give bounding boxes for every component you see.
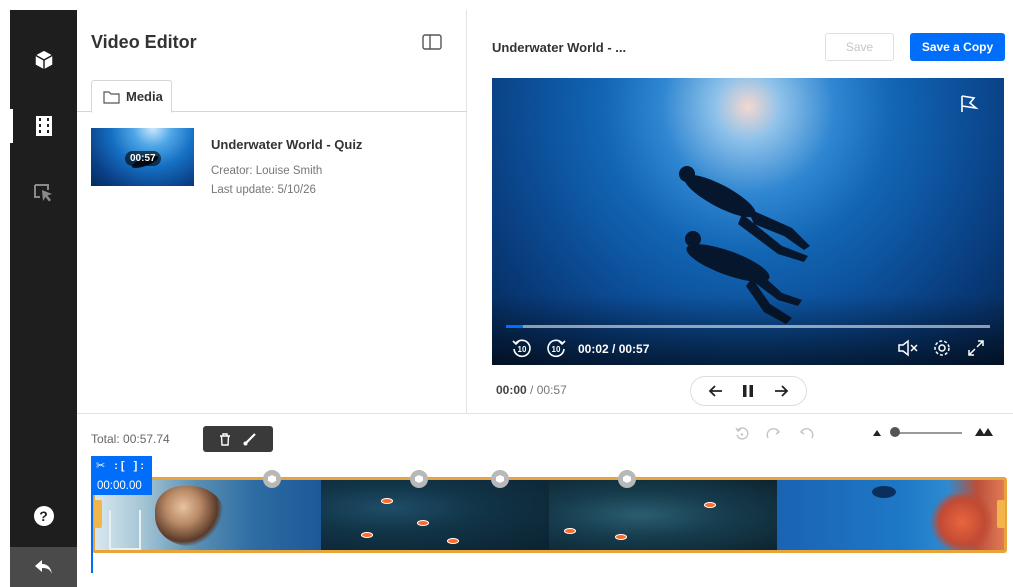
help-icon: ?: [33, 506, 54, 526]
frame-fish: [416, 520, 429, 526]
tab-media[interactable]: Media: [91, 80, 172, 113]
frame-fish: [615, 534, 627, 540]
tab-media-label: Media: [126, 89, 163, 104]
clip-tools-flag[interactable]: ✂ :[ ]: 00:00.00: [91, 456, 152, 495]
current-time: 00:00: [496, 383, 527, 397]
help-label: ?: [39, 508, 48, 524]
timeline-clip-strip[interactable]: [92, 477, 1007, 553]
video-shade: [492, 295, 1004, 365]
frame-fish: [704, 502, 716, 508]
frame-coral: [926, 494, 997, 550]
quiz-marker-icon[interactable]: [263, 470, 281, 488]
back-arrow-icon: [34, 560, 52, 574]
rail-item-content[interactable]: [10, 37, 77, 83]
time-readout: 00:00 / 00:57: [496, 383, 567, 397]
entry-last-update: Last update: 5/10/26: [211, 184, 316, 196]
svg-text:10: 10: [518, 345, 527, 354]
quiz-marker-icon[interactable]: [410, 470, 428, 488]
video-player[interactable]: 10 10 00:02 / 00:57: [492, 78, 1004, 365]
frame-fish: [564, 528, 576, 534]
video-time-display: 00:02 / 00:57: [578, 342, 650, 356]
folder-icon: [103, 90, 120, 104]
content-icon: [34, 50, 53, 70]
save-copy-button[interactable]: Save a Copy: [910, 33, 1005, 61]
settings-button[interactable]: [930, 337, 954, 359]
forward-10-icon: 10: [547, 339, 566, 358]
total-time: 00:57: [536, 383, 567, 397]
frame-fish: [380, 498, 393, 504]
clip-frame: [320, 480, 549, 550]
left-rail: ?: [10, 10, 77, 587]
video-editor-icon: [35, 116, 52, 136]
frame-fish: [360, 532, 373, 538]
frame-fish: [446, 538, 459, 544]
entry-thumbnail[interactable]: 00:57: [91, 128, 194, 186]
pause-icon[interactable]: [741, 384, 755, 398]
clip-timestamp: 00:00.00: [97, 480, 142, 492]
mute-button[interactable]: [896, 337, 920, 359]
clip-frame: [549, 480, 777, 550]
fullscreen-icon: [968, 340, 984, 356]
player-title: Underwater World - ...: [492, 40, 627, 55]
reset-icon[interactable]: [734, 426, 750, 442]
volume-muted-icon: [898, 339, 918, 357]
clip-tool-icons[interactable]: ✂ :[ ]:: [96, 459, 147, 472]
rewind-10-button[interactable]: 10: [510, 336, 534, 360]
rewind-10-icon: 10: [512, 339, 531, 358]
timeline-divider: [77, 413, 1013, 414]
editor-title: Video Editor: [91, 32, 197, 52]
step-forward-icon[interactable]: [773, 384, 789, 398]
back-button[interactable]: [10, 547, 77, 587]
hotspots-icon: [33, 184, 52, 202]
frame-people: [155, 486, 225, 546]
frame-diver: [871, 486, 896, 498]
frame-ladder: [109, 510, 141, 550]
redo-icon[interactable]: [766, 426, 782, 442]
gear-icon: [934, 340, 950, 356]
clip-tool-popup: [203, 426, 273, 452]
panel-toggle-icon[interactable]: [422, 34, 442, 50]
timeline-total: Total: 00:57.74: [91, 432, 170, 446]
zoom-out-icon[interactable]: [872, 429, 882, 437]
rail-item-hotspots[interactable]: [10, 170, 77, 216]
forward-10-button[interactable]: 10: [544, 336, 568, 360]
quiz-marker-icon[interactable]: [618, 470, 636, 488]
trim-icon[interactable]: [243, 432, 257, 446]
quiz-marker-icon[interactable]: [491, 470, 509, 488]
undo-icon[interactable]: [798, 426, 814, 442]
rail-item-video-editor[interactable]: [10, 103, 77, 149]
save-button[interactable]: Save: [825, 33, 894, 61]
step-back-icon[interactable]: [708, 384, 724, 398]
zoom-slider-knob[interactable]: [890, 427, 900, 437]
flag-icon[interactable]: [961, 95, 979, 112]
video-progress-fill: [506, 325, 523, 328]
media-panel: Video Editor Media 00:57 Underwater Worl…: [77, 10, 467, 413]
entry-title: Underwater World - Quiz: [211, 137, 363, 152]
zoom-in-icon[interactable]: [975, 427, 995, 437]
svg-text:10: 10: [552, 345, 561, 354]
time-separator: /: [530, 383, 534, 397]
clip-end-handle[interactable]: [997, 500, 1005, 528]
video-editor-app: ? Video Editor Media 00:57 Underwater Wo…: [0, 0, 1013, 587]
video-progress-bar[interactable]: [506, 325, 990, 328]
zoom-slider-track[interactable]: [894, 432, 962, 434]
fullscreen-button[interactable]: [964, 337, 988, 359]
thumbnail-duration: 00:57: [125, 151, 161, 166]
playback-controls: [690, 376, 807, 406]
clip-frame: [776, 480, 1004, 550]
delete-icon[interactable]: [219, 432, 231, 446]
entry-creator: Creator: Louise Smith: [211, 165, 323, 177]
clip-start-handle[interactable]: [94, 500, 102, 528]
help-button[interactable]: ?: [10, 493, 77, 539]
